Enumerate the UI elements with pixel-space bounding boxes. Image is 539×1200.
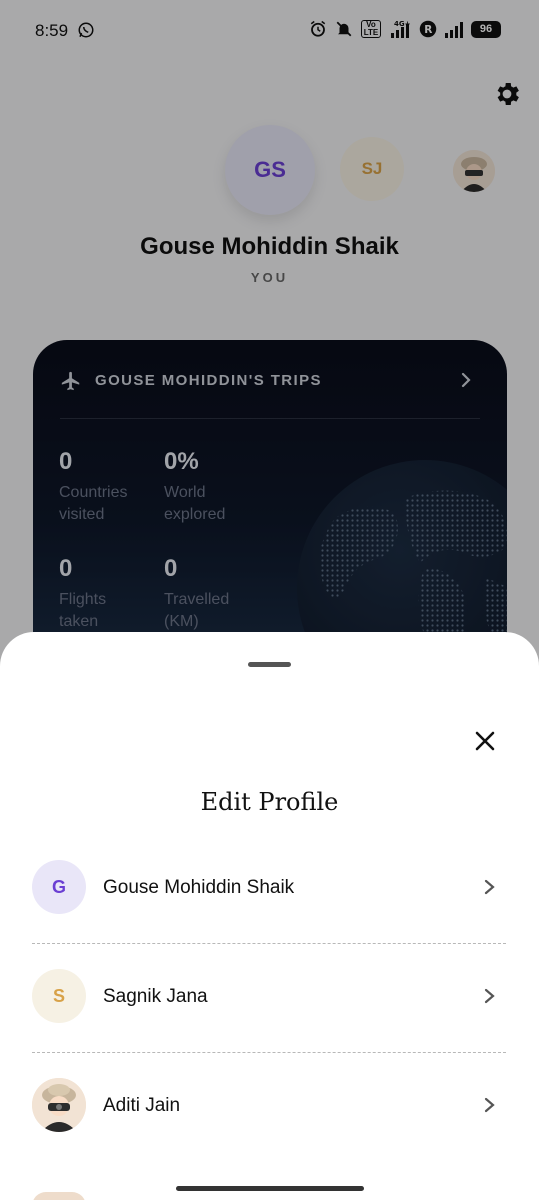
close-icon (475, 731, 495, 751)
avatar: G (32, 860, 86, 914)
avatar-photo (32, 1078, 86, 1132)
profile-row-name: Gouse Mohiddin Shaik (103, 877, 295, 898)
profile-row-name: Sagnik Jana (103, 986, 208, 1007)
chevron-right-icon (484, 988, 495, 1004)
profile-row[interactable]: Aditi Jain (0, 1064, 539, 1152)
edit-profile-sheet: Edit Profile G Gouse Mohiddin Shaik S Sa… (0, 632, 539, 1200)
profile-row[interactable]: G Gouse Mohiddin Shaik (0, 846, 539, 934)
dashed-divider (32, 1052, 506, 1053)
close-button[interactable] (470, 726, 500, 756)
profile-row[interactable]: S Sagnik Jana (0, 955, 539, 1043)
avatar: S (32, 969, 86, 1023)
dashed-divider (32, 943, 506, 944)
drag-handle[interactable] (248, 662, 291, 667)
avatar-photo (32, 1192, 86, 1200)
person-photo-icon (32, 1078, 86, 1132)
home-indicator[interactable] (176, 1186, 364, 1191)
sheet-title: Edit Profile (200, 788, 339, 816)
profile-row-name: Aditi Jain (103, 1095, 181, 1116)
chevron-right-icon (484, 1097, 495, 1113)
chevron-right-icon (484, 879, 495, 895)
